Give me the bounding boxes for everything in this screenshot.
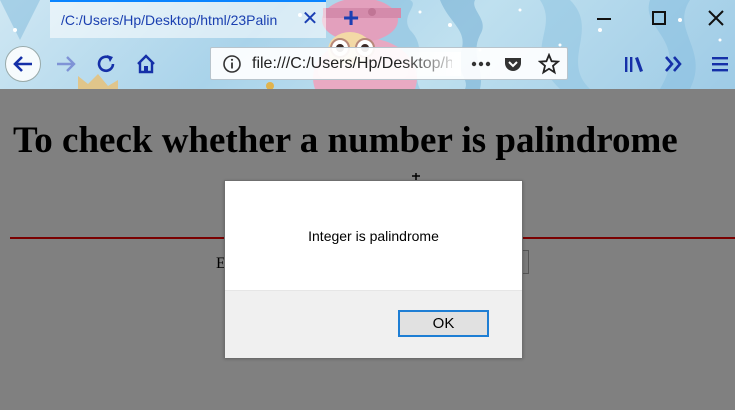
home-icon (137, 54, 155, 74)
page-actions-icon[interactable] (469, 52, 493, 76)
reload-button[interactable] (88, 46, 124, 82)
dialog-footer: OK (225, 290, 522, 358)
forward-arrow-icon (57, 56, 76, 72)
browser-chrome: /C:/Users/Hp/Desktop/html/23Palin ✕ + fi… (0, 0, 735, 89)
new-tab-icon[interactable]: + (338, 3, 364, 33)
hamburger-menu-icon (712, 57, 728, 72)
alert-dialog: Integer is palindrome OK (224, 180, 523, 358)
back-button[interactable] (5, 46, 41, 82)
forward-button[interactable] (48, 46, 84, 82)
library-button[interactable] (616, 46, 652, 82)
tab-strip: /C:/Users/Hp/Desktop/html/23Palin ✕ + (0, 0, 735, 38)
overflow-menu-button[interactable] (655, 46, 691, 82)
navigation-toolbar: file:///C:/Users/Hp/Desktop/html/23Palin (0, 38, 735, 89)
info-icon[interactable] (220, 52, 244, 76)
url-fade (401, 52, 461, 76)
browser-tab[interactable]: /C:/Users/Hp/Desktop/html/23Palin ✕ (50, 0, 326, 38)
pocket-icon[interactable] (501, 52, 525, 76)
tab-title: /C:/Users/Hp/Desktop/html/23Palin (61, 12, 278, 28)
reload-icon (97, 55, 115, 73)
hamburger-menu-button[interactable] (702, 46, 735, 82)
close-window-icon[interactable] (701, 4, 731, 32)
maximize-window-icon[interactable] (644, 4, 674, 32)
address-bar[interactable]: file:///C:/Users/Hp/Desktop/html/23Palin (210, 47, 568, 80)
page-title: To check whether a number is palindrome (13, 120, 678, 161)
library-icon (625, 57, 643, 72)
dialog-message: Integer is palindrome (308, 228, 439, 244)
ok-button[interactable]: OK (398, 310, 489, 337)
bookmark-star-icon[interactable] (537, 52, 561, 76)
back-arrow-icon (13, 56, 32, 72)
home-button[interactable] (128, 46, 164, 82)
minimize-window-icon[interactable] (589, 4, 619, 32)
chevron-double-right-icon (665, 56, 682, 72)
close-tab-icon[interactable]: ✕ (300, 7, 320, 31)
